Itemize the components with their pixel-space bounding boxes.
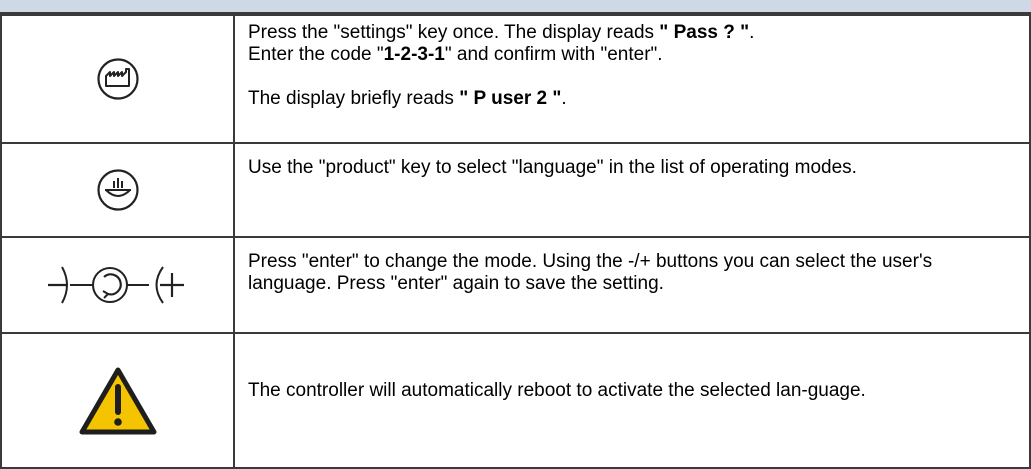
instruction-text: Use the "product" key to select "languag… [233, 142, 1031, 238]
settings-factory-icon [96, 58, 140, 100]
instruction-text: Press "enter" to change the mode. Using … [233, 236, 1031, 334]
instruction-table: Press the "settings" key once. The displ… [0, 14, 1031, 469]
table-row: Press the "settings" key once. The displ… [0, 14, 1031, 144]
instruction-text: Press the "settings" key once. The displ… [233, 14, 1031, 144]
step1-line2-text: Enter the code " [248, 44, 384, 65]
display-code-pass: " Pass ? " [659, 22, 750, 43]
product-key-icon [96, 169, 140, 211]
icon-cell [0, 142, 235, 238]
step1-line2-end: " and confirm with "enter". [444, 44, 663, 65]
table-row: The controller will automatically reboot… [0, 332, 1031, 469]
icon-cell [0, 236, 235, 334]
step1-line1-text: Press the "settings" key once. The displ… [248, 22, 660, 43]
step1-line3-text: The display briefly reads [248, 88, 460, 109]
instruction-text: The controller will automatically reboot… [233, 332, 1031, 469]
icon-cell [0, 332, 235, 469]
minus-enter-plus-icon [47, 266, 188, 304]
entry-code: 1-2-3-1 [383, 44, 445, 65]
table-row: Press "enter" to change the mode. Using … [0, 236, 1031, 334]
step1-line1-end: . [749, 22, 755, 43]
icon-cell [0, 14, 235, 144]
table-row: Use the "product" key to select "languag… [0, 142, 1031, 238]
display-code-puser: " P user 2 " [459, 88, 562, 109]
table-header-band [0, 0, 1031, 14]
step1-line3-end: . [561, 88, 567, 109]
warning-icon [79, 367, 157, 434]
